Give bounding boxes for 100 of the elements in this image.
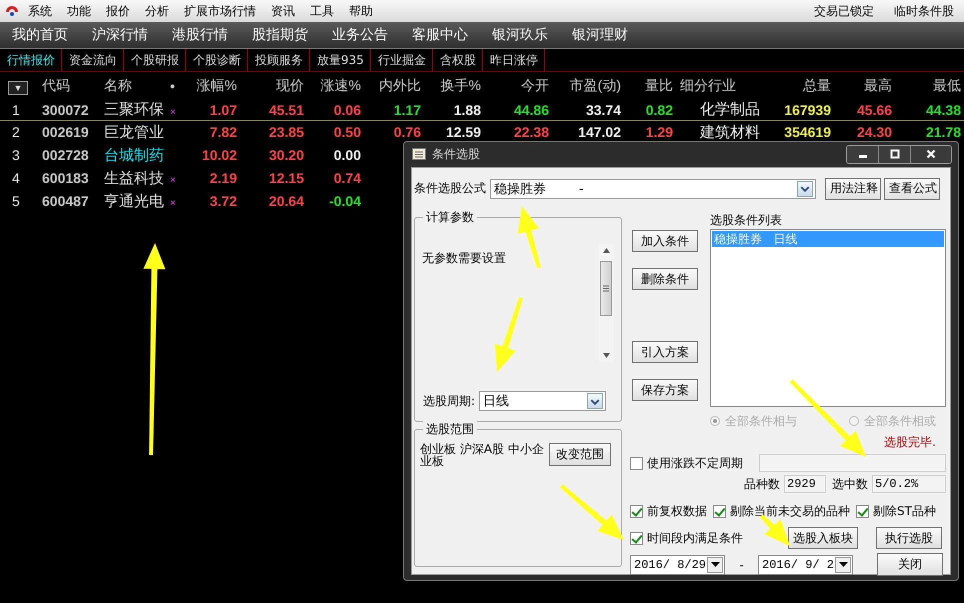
checkbox-label[interactable]: 使用涨跌不定周期 bbox=[647, 454, 743, 472]
mark-symbol: × bbox=[170, 106, 176, 118]
group-title: 计算参数 bbox=[423, 209, 477, 226]
mark-symbol: × bbox=[170, 198, 176, 209]
button[interactable]: 查看公式 bbox=[884, 178, 940, 200]
nav-item[interactable]: 我的首页 bbox=[12, 26, 68, 44]
swirl-logo-icon bbox=[4, 4, 20, 18]
window-title: 条件选股 bbox=[432, 146, 480, 162]
button[interactable]: 删除条件 bbox=[632, 268, 698, 290]
checkbox-label[interactable]: 剔除ST品种 bbox=[873, 502, 936, 520]
date-picker[interactable]: 2016/ 8/29 bbox=[630, 554, 725, 574]
nav-item[interactable]: 股指期货 bbox=[252, 26, 308, 44]
column-header[interactable]: 名称 bbox=[100, 77, 170, 95]
date-picker[interactable]: 2016/ 9/ 2 bbox=[758, 554, 853, 574]
table-cell-text: -0.04 bbox=[328, 193, 362, 209]
checkbox[interactable] bbox=[856, 504, 869, 518]
menu-item[interactable]: 帮助 bbox=[349, 2, 373, 20]
period-dropdown[interactable]: 日线 bbox=[479, 391, 606, 411]
button[interactable]: 执行选股 bbox=[876, 527, 942, 549]
menu-item[interactable]: 资讯 bbox=[271, 2, 295, 20]
nav-item[interactable]: 港股行情 bbox=[172, 26, 228, 44]
checkbox[interactable] bbox=[630, 504, 643, 518]
column-header[interactable]: 换手% bbox=[424, 77, 484, 95]
column-header[interactable]: 今开 bbox=[484, 77, 552, 95]
nav-item[interactable]: 业务公告 bbox=[332, 26, 388, 44]
nav-item[interactable]: 银河理财 bbox=[572, 26, 628, 44]
column-header[interactable]: 市盈(动) bbox=[552, 77, 624, 95]
table-cell-text: 7.82 bbox=[208, 124, 238, 140]
menu-item[interactable]: 系统 bbox=[28, 2, 52, 20]
checkbox[interactable] bbox=[713, 504, 726, 518]
table-cell-text: 24.30 bbox=[856, 124, 893, 140]
table-cell-text: 45.51 bbox=[268, 102, 305, 118]
arrow-icon bbox=[143, 243, 166, 456]
button[interactable]: 关闭 bbox=[877, 553, 943, 576]
menu-item[interactable]: 工具 bbox=[310, 2, 334, 20]
column-header[interactable]: 最低 bbox=[895, 77, 964, 95]
column-header[interactable]: 量比 bbox=[624, 77, 676, 95]
tab[interactable]: 个股研报 bbox=[124, 49, 186, 71]
menu-status[interactable]: 临时条件股 bbox=[894, 2, 954, 20]
table-cell-text: 3.72 bbox=[208, 193, 238, 209]
minimize-button[interactable] bbox=[847, 146, 879, 162]
column-header[interactable]: 细分行业 bbox=[676, 77, 770, 95]
maximize-button[interactable] bbox=[879, 146, 911, 162]
checkbox-label[interactable]: 前复权数据 bbox=[647, 502, 707, 520]
table-cell-text: 002619 bbox=[41, 124, 90, 140]
checkbox-label[interactable]: 时间段内满足条件 bbox=[647, 530, 743, 546]
column-header[interactable]: 代码 bbox=[38, 77, 100, 95]
column-header[interactable]: • bbox=[170, 78, 185, 94]
menu-item[interactable]: 报价 bbox=[106, 2, 130, 20]
table-cell-text: 12.15 bbox=[268, 170, 305, 186]
readonly-field: 5/0.2% bbox=[872, 475, 946, 493]
formula-dropdown[interactable]: 稳操胜券 - bbox=[490, 178, 816, 198]
table-cell-text: 12.59 bbox=[444, 124, 482, 140]
table-cell-text: 化学制品 bbox=[699, 100, 761, 119]
column-header[interactable]: 涨幅% bbox=[185, 77, 240, 95]
table-cell-text: 2.19 bbox=[208, 170, 238, 186]
sort-button[interactable]: ▼ bbox=[8, 80, 28, 94]
table-cell-text: 0.50 bbox=[332, 124, 362, 140]
tab[interactable]: 行情报价 bbox=[0, 49, 62, 71]
nav-item[interactable]: 银河玖乐 bbox=[492, 26, 548, 44]
table-cell-text: 45.66 bbox=[856, 102, 893, 118]
table-cell-text: 10.02 bbox=[200, 147, 238, 163]
close-button[interactable] bbox=[911, 146, 951, 162]
field-label: 品种数 bbox=[744, 476, 780, 492]
column-header[interactable]: 总量 bbox=[770, 77, 834, 95]
button[interactable]: 改变范围 bbox=[549, 443, 611, 466]
tab[interactable]: 行业掘金 bbox=[370, 49, 433, 71]
column-header[interactable]: 最高 bbox=[834, 77, 895, 95]
tab[interactable]: 投顾服务 bbox=[248, 49, 310, 71]
table-cell-text: 生益科技 bbox=[103, 168, 165, 188]
column-header[interactable]: 现价 bbox=[240, 77, 307, 95]
tab[interactable]: 昨日涨停 bbox=[482, 49, 545, 71]
menu-status[interactable]: 交易已锁定 bbox=[814, 2, 874, 20]
menu-item[interactable]: 分析 bbox=[145, 2, 169, 20]
table-cell-text: 147.02 bbox=[577, 124, 622, 140]
button[interactable]: 用法注释 bbox=[825, 178, 881, 200]
button[interactable]: 选股入板块 bbox=[788, 527, 858, 549]
column-header[interactable]: 涨速% bbox=[307, 77, 364, 95]
button[interactable]: 引入方案 bbox=[632, 341, 698, 363]
table-cell-text: 20.64 bbox=[268, 193, 305, 209]
close-icon bbox=[926, 149, 936, 159]
row-number: 5 bbox=[11, 193, 21, 209]
tab[interactable]: 放量935 bbox=[310, 49, 371, 71]
menu-item[interactable]: 功能 bbox=[67, 2, 91, 20]
button[interactable]: 加入条件 bbox=[632, 230, 698, 252]
tab[interactable]: 资金流向 bbox=[62, 49, 124, 71]
table-cell-text: 1.88 bbox=[452, 102, 482, 118]
tab[interactable]: 含权股 bbox=[432, 49, 483, 71]
table-cell-text: 0.06 bbox=[332, 102, 362, 118]
table-cell-text: 002728 bbox=[41, 147, 90, 163]
menu-item[interactable]: 扩展市场行情 bbox=[184, 2, 256, 20]
button[interactable]: 保存方案 bbox=[632, 379, 698, 401]
nav-item[interactable]: 客服中心 bbox=[412, 26, 468, 44]
column-header[interactable]: 内外比 bbox=[364, 77, 424, 95]
table-cell-text: 23.85 bbox=[268, 124, 305, 140]
nav-item[interactable]: 沪深行情 bbox=[92, 26, 148, 44]
checkbox[interactable] bbox=[630, 532, 643, 544]
scrollbar[interactable] bbox=[599, 244, 613, 362]
tab[interactable]: 个股诊断 bbox=[186, 49, 248, 71]
checkbox[interactable] bbox=[630, 456, 643, 470]
